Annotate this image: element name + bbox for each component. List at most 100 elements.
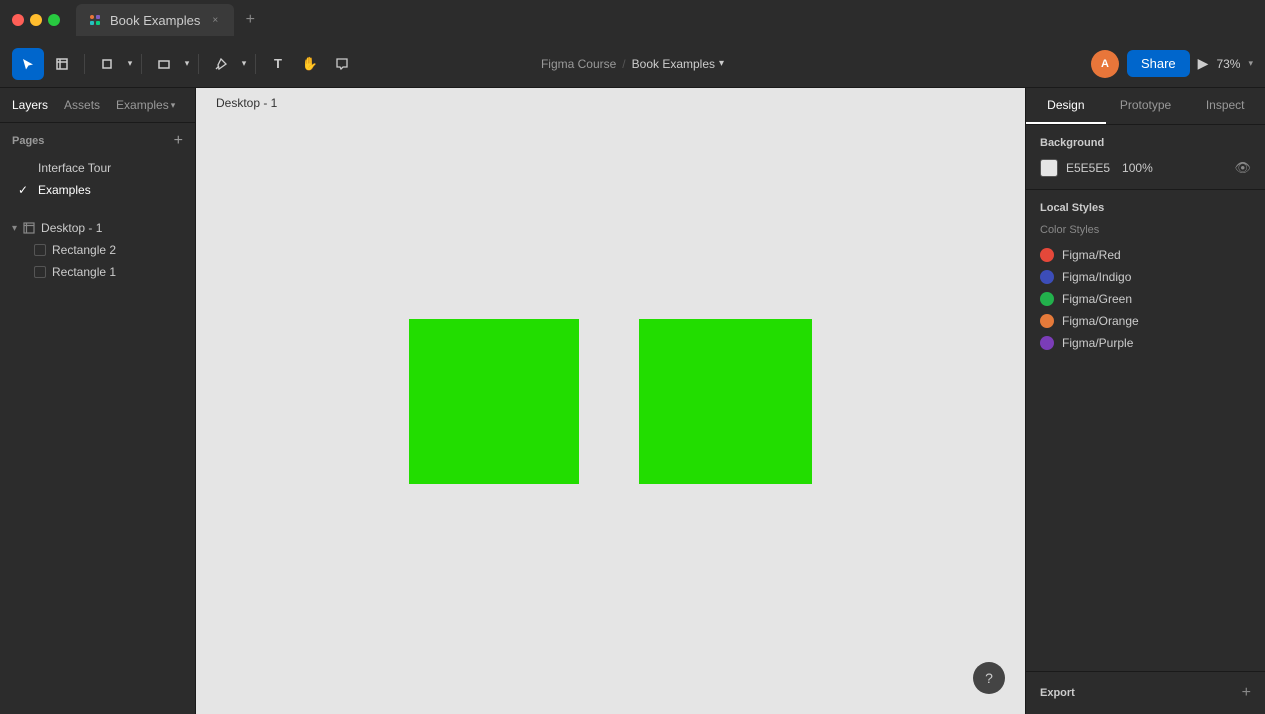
shape-tool-button[interactable] [148, 48, 180, 80]
frame-layer-icon [23, 222, 35, 234]
avatar[interactable]: A [1091, 50, 1119, 78]
canvas-area[interactable]: Desktop - 1 [196, 88, 1025, 714]
examples-tab-label: Examples [116, 98, 169, 112]
style-item-green[interactable]: Figma/Green [1040, 288, 1251, 310]
tab-area: Book Examples × + [76, 4, 262, 36]
style-item-orange[interactable]: Figma/Orange [1040, 310, 1251, 332]
traffic-lights [12, 14, 60, 26]
text-tool-icon: T [274, 56, 282, 71]
cursor-icon [21, 57, 35, 71]
style-label-indigo: Figma/Indigo [1062, 270, 1131, 284]
active-tab[interactable]: Book Examples × [76, 4, 234, 36]
visibility-toggle-icon[interactable]: 👁 [1234, 160, 1251, 176]
page-item-examples[interactable]: ✓ Examples [12, 179, 183, 201]
pen-icon [214, 57, 228, 71]
frame-tool-chevron[interactable]: ▾ [125, 48, 135, 80]
rectangle-2[interactable] [639, 319, 812, 484]
orange-dot [1040, 314, 1054, 328]
layers-tab[interactable]: Layers [12, 96, 48, 114]
pages-section: Pages + ✓ Interface Tour ✓ Examples [0, 123, 195, 211]
fullscreen-traffic-light[interactable] [48, 14, 60, 26]
frame-tool-icon [100, 57, 114, 71]
red-dot [1040, 248, 1054, 262]
style-item-red[interactable]: Figma/Red [1040, 244, 1251, 266]
purple-dot [1040, 336, 1054, 350]
breadcrumb-parent[interactable]: Figma Course [541, 57, 616, 71]
breadcrumb-current[interactable]: Book Examples ▾ [632, 57, 724, 71]
prototype-tab[interactable]: Prototype [1106, 88, 1186, 124]
select-tool-button[interactable] [12, 48, 44, 80]
breadcrumb: Figma Course / Book Examples ▾ [541, 57, 724, 71]
toolbar-right: A Share ▶ 73% ▾ [1091, 50, 1253, 78]
style-label-purple: Figma/Purple [1062, 336, 1133, 350]
export-section: Export + [1026, 671, 1265, 714]
pen-tool-chevron[interactable]: ▾ [239, 48, 249, 80]
comment-tool-button[interactable] [326, 48, 358, 80]
design-tab[interactable]: Design [1026, 88, 1106, 124]
separator-2 [141, 54, 142, 74]
new-tab-button[interactable]: + [238, 8, 262, 32]
help-button[interactable]: ? [973, 662, 1005, 694]
frame-icon [55, 57, 69, 71]
separator-1 [84, 54, 85, 74]
layer-checkbox-rect2[interactable] [34, 244, 46, 256]
move-tool-button[interactable] [46, 48, 78, 80]
layer-desktop-frame[interactable]: ▾ Desktop - 1 [12, 217, 183, 239]
style-label-red: Figma/Red [1062, 248, 1121, 262]
tool-group-pen: ▾ [205, 48, 249, 80]
layer-expand-icon: ▾ [12, 223, 17, 234]
local-styles-section: Local Styles Color Styles Figma/Red Figm… [1026, 190, 1265, 366]
examples-tab[interactable]: Examples ▾ [116, 98, 175, 112]
zoom-chevron-icon[interactable]: ▾ [1248, 58, 1253, 69]
rectangle-1[interactable] [409, 319, 579, 484]
page-item-interface-tour[interactable]: ✓ Interface Tour [12, 157, 183, 179]
style-item-indigo[interactable]: Figma/Indigo [1040, 266, 1251, 288]
shape-tool-chevron[interactable]: ▾ [182, 48, 192, 80]
inspect-tab[interactable]: Inspect [1185, 88, 1265, 124]
background-hex[interactable]: E5E5E5 [1066, 161, 1110, 175]
layers-section: ▾ Desktop - 1 Rectangle 2 Rectangle 1 [0, 211, 195, 714]
pen-tool-button[interactable] [205, 48, 237, 80]
play-button[interactable]: ▶ [1198, 55, 1209, 72]
separator-4 [255, 54, 256, 74]
text-tool-button[interactable]: T [262, 48, 294, 80]
layer-item-rect2[interactable]: Rectangle 2 [12, 239, 183, 261]
style-label-orange: Figma/Orange [1062, 314, 1139, 328]
export-row: Export + [1040, 684, 1251, 702]
background-opacity[interactable]: 100% [1122, 161, 1153, 175]
pages-title: Pages [12, 135, 44, 147]
separator-3 [198, 54, 199, 74]
breadcrumb-separator: / [622, 57, 625, 71]
assets-tab[interactable]: Assets [64, 96, 100, 114]
style-item-purple[interactable]: Figma/Purple [1040, 332, 1251, 354]
zoom-level[interactable]: 73% [1216, 57, 1240, 71]
background-section: Background E5E5E5 100% 👁 [1026, 125, 1265, 190]
local-styles-title: Local Styles [1040, 202, 1251, 214]
background-color-swatch[interactable] [1040, 159, 1058, 177]
background-title: Background [1040, 137, 1251, 149]
breadcrumb-chevron: ▾ [719, 58, 724, 69]
background-row: E5E5E5 100% 👁 [1040, 159, 1251, 177]
tab-close-button[interactable]: × [208, 13, 222, 27]
export-add-button[interactable]: + [1242, 684, 1251, 702]
figma-tab-icon [88, 13, 102, 27]
tab-title: Book Examples [110, 13, 200, 28]
minimize-traffic-light[interactable] [30, 14, 42, 26]
tool-group-select [12, 48, 78, 80]
color-styles-label: Color Styles [1040, 224, 1251, 236]
frame-tool-button[interactable] [91, 48, 123, 80]
layer-rect2-label: Rectangle 2 [52, 243, 116, 257]
hand-icon: ✋ [302, 56, 318, 72]
share-button[interactable]: Share [1127, 50, 1190, 77]
pages-header: Pages + [12, 133, 183, 149]
layer-checkbox-rect1[interactable] [34, 266, 46, 278]
layer-item-rect1[interactable]: Rectangle 1 [12, 261, 183, 283]
canvas-content [196, 88, 1025, 714]
add-page-button[interactable]: + [174, 133, 183, 149]
style-label-green: Figma/Green [1062, 292, 1132, 306]
panel-tabs: Layers Assets Examples ▾ [0, 88, 195, 123]
hand-tool-button[interactable]: ✋ [294, 48, 326, 80]
breadcrumb-current-label: Book Examples [632, 57, 715, 71]
page-label-examples: Examples [38, 183, 91, 197]
close-traffic-light[interactable] [12, 14, 24, 26]
